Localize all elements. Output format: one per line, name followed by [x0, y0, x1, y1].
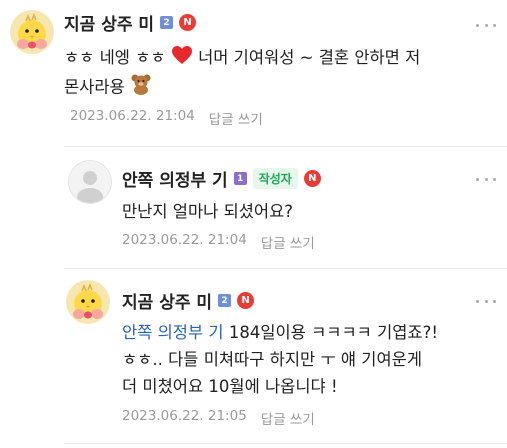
level-badge: 1: [233, 172, 247, 185]
new-badge: N: [237, 292, 255, 309]
divider: [64, 268, 507, 269]
mention-link[interactable]: 안쪽 의정부 기: [122, 323, 224, 342]
comment-author[interactable]: 지곰 상주 미: [64, 10, 154, 35]
heart-icon: [171, 45, 193, 73]
chick-avatar-icon[interactable]: [66, 280, 110, 324]
comment-text: 만난지 얼마나 되셨어요?: [122, 202, 294, 221]
reply-button[interactable]: 답글 쓰기: [261, 232, 315, 252]
comment-text: ㅎㅎ 네엥 ㅎㅎ 너머 기여워성 ~ 결혼 안하면 저 몬사라용: [64, 44, 494, 103]
comment-text: 안쪽 의정부 기 184일이용 ㅋㅋㅋㅋ 기엽죠?! ㅎㅎ.. 다들 미쳐따구 …: [122, 323, 438, 396]
author-badge: 작성자: [252, 168, 298, 189]
more-icon[interactable]: [476, 22, 496, 28]
comment-date: 2023.06.22. 21:04: [70, 108, 195, 124]
comment-author[interactable]: 지곰 상주 미: [122, 288, 212, 313]
comment-date: 2023.06.22. 21:05: [122, 408, 247, 424]
comment-date: 2023.06.22. 21:04: [122, 232, 247, 248]
more-icon[interactable]: [476, 298, 496, 304]
default-avatar-icon[interactable]: [68, 160, 112, 204]
reply-button[interactable]: 답글 쓰기: [261, 408, 315, 428]
level-badge: 2: [218, 294, 232, 307]
comment-author[interactable]: 안쪽 의정부 기: [122, 166, 228, 191]
chick-avatar-icon[interactable]: [10, 10, 54, 54]
divider: [64, 443, 507, 444]
new-badge: N: [179, 14, 197, 31]
new-badge: N: [303, 170, 321, 187]
reply-button[interactable]: 답글 쓰기: [209, 108, 263, 128]
divider: [64, 146, 507, 147]
teddy-bear-icon: [130, 73, 152, 103]
more-icon[interactable]: [476, 176, 496, 182]
level-badge: 2: [160, 16, 174, 29]
